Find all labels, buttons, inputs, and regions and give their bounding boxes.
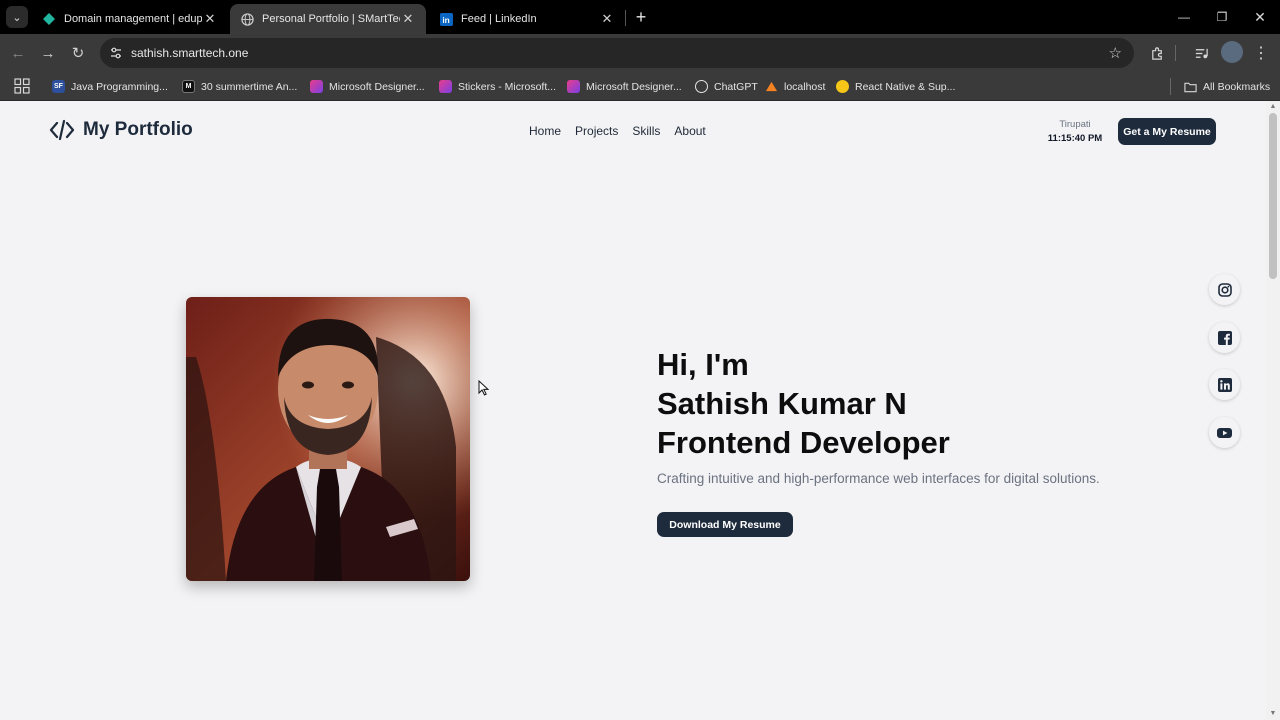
instagram-icon bbox=[1217, 282, 1232, 297]
bookmark-react-native[interactable]: React Native & Sup... bbox=[836, 78, 955, 95]
instagram-link[interactable] bbox=[1209, 274, 1240, 305]
m-icon: M bbox=[182, 80, 195, 93]
bookmark-label: Java Programming... bbox=[71, 80, 168, 93]
minimize-window-icon[interactable]: — bbox=[1171, 6, 1197, 28]
nav-skills[interactable]: Skills bbox=[632, 124, 660, 138]
tab-title: Domain management | edupoly bbox=[64, 13, 202, 25]
tab-linkedin-feed[interactable]: in Feed | LinkedIn ✕ bbox=[429, 4, 625, 34]
media-control-icon[interactable] bbox=[1190, 42, 1212, 64]
reload-icon[interactable]: ↻ bbox=[67, 42, 89, 64]
bookmarks-bar: SF Java Programming... M 30 summertime A… bbox=[0, 72, 1280, 101]
nav-about[interactable]: About bbox=[674, 124, 705, 138]
restore-window-icon[interactable]: ❐ bbox=[1209, 6, 1235, 28]
tab-title: Feed | LinkedIn bbox=[461, 13, 537, 25]
apps-grid-icon[interactable] bbox=[14, 78, 30, 94]
site-settings-icon[interactable] bbox=[108, 45, 124, 61]
close-tab-icon[interactable]: ✕ bbox=[400, 11, 416, 27]
page-scrollbar[interactable]: ▲ ▼ bbox=[1266, 101, 1280, 720]
bookmark-microsoft-designer[interactable]: Microsoft Designer... bbox=[310, 78, 425, 95]
role-line: Frontend Developer bbox=[657, 425, 950, 460]
youtube-link[interactable] bbox=[1209, 417, 1240, 448]
sf-icon: SF bbox=[52, 80, 65, 93]
designer-icon bbox=[310, 80, 323, 93]
bookmark-star-icon[interactable]: ☆ bbox=[1109, 44, 1122, 62]
designer-icon bbox=[567, 80, 580, 93]
greeting-line: Hi, I'm bbox=[657, 347, 749, 382]
clock-city: Tirupati bbox=[1059, 119, 1091, 130]
portfolio-page: My Portfolio Home Projects Skills About … bbox=[0, 101, 1266, 720]
download-resume-button[interactable]: Download My Resume bbox=[657, 512, 793, 537]
toolbar-separator bbox=[1175, 45, 1176, 61]
bookmark-label: localhost bbox=[784, 80, 826, 93]
bookmark-chatgpt[interactable]: ChatGPT bbox=[695, 78, 758, 95]
youtube-icon bbox=[1217, 427, 1232, 438]
tab-search-button[interactable]: ⌄ bbox=[6, 6, 28, 28]
linkedin-favicon-icon: in bbox=[439, 12, 453, 26]
tab-domain-management[interactable]: Domain management | edupoly ✕ bbox=[32, 4, 228, 34]
profile-photo bbox=[186, 297, 470, 581]
address-bar[interactable]: sathish.smarttech.one ☆ bbox=[100, 38, 1134, 68]
hero-tagline: Crafting intuitive and high-performance … bbox=[657, 471, 1100, 486]
location-clock: Tirupati 11:15:40 PM bbox=[1040, 119, 1110, 144]
tab-separator bbox=[625, 10, 626, 26]
tab-title: Personal Portfolio | SMartTech bbox=[262, 13, 400, 25]
designer-icon bbox=[439, 80, 452, 93]
globe-icon bbox=[240, 12, 254, 26]
bookmark-label: React Native & Sup... bbox=[855, 80, 956, 93]
browser-menu-icon[interactable]: ⋮ bbox=[1250, 42, 1272, 64]
xampp-icon bbox=[765, 80, 778, 93]
bookmark-java-programming[interactable]: SF Java Programming... bbox=[52, 78, 168, 95]
bookmark-label: Microsoft Designer... bbox=[329, 80, 425, 93]
svg-text:in: in bbox=[442, 15, 449, 25]
close-tab-icon[interactable]: ✕ bbox=[599, 11, 615, 27]
edupoly-favicon-icon bbox=[42, 12, 56, 26]
main-nav: Home Projects Skills About bbox=[529, 124, 720, 138]
bookmark-label: All Bookmarks bbox=[1203, 80, 1271, 93]
bookmark-microsoft-designer-2[interactable]: Microsoft Designer... bbox=[567, 78, 682, 95]
linkedin-icon bbox=[1217, 377, 1232, 392]
browser-toolbar: ← → ↻ sathish.smarttech.one ☆ ⋮ bbox=[0, 34, 1280, 72]
hero-heading: Hi, I'm Sathish Kumar N Frontend Develop… bbox=[657, 345, 950, 462]
facebook-link[interactable] bbox=[1209, 322, 1240, 353]
close-tab-icon[interactable]: ✕ bbox=[202, 11, 218, 27]
back-arrow-icon[interactable]: ← bbox=[7, 42, 29, 64]
bookmark-localhost[interactable]: localhost bbox=[765, 78, 825, 95]
bookmark-stickers[interactable]: Stickers - Microsoft... bbox=[439, 78, 556, 95]
mouse-cursor-icon bbox=[478, 380, 490, 396]
nav-home[interactable]: Home bbox=[529, 124, 561, 138]
bookmark-label: 30 summertime An... bbox=[201, 80, 298, 93]
scroll-thumb[interactable] bbox=[1269, 113, 1277, 279]
forward-arrow-icon[interactable]: → bbox=[37, 42, 59, 64]
bookmark-summertime[interactable]: M 30 summertime An... bbox=[182, 78, 297, 95]
clock-time: 11:15:40 PM bbox=[1047, 133, 1103, 144]
extensions-icon[interactable] bbox=[1146, 42, 1168, 64]
bookmark-label: Microsoft Designer... bbox=[586, 80, 682, 93]
profile-avatar[interactable] bbox=[1221, 41, 1243, 63]
bookmark-label: ChatGPT bbox=[714, 80, 758, 93]
url-text: sathish.smarttech.one bbox=[131, 46, 249, 60]
chatgpt-icon bbox=[695, 80, 708, 93]
new-tab-button[interactable]: + bbox=[630, 6, 652, 28]
tab-personal-portfolio[interactable]: Personal Portfolio | SMartTech ✕ bbox=[230, 4, 426, 34]
scroll-up-arrow-icon[interactable]: ▲ bbox=[1269, 103, 1277, 111]
facebook-icon bbox=[1217, 330, 1232, 345]
name-line: Sathish Kumar N bbox=[657, 386, 907, 421]
supabase-icon bbox=[836, 80, 849, 93]
bookmark-label: Stickers - Microsoft... bbox=[458, 80, 557, 93]
get-resume-button[interactable]: Get a My Resume bbox=[1118, 118, 1216, 145]
logo-text: My Portfolio bbox=[83, 119, 193, 140]
scroll-down-arrow-icon[interactable]: ▼ bbox=[1269, 710, 1277, 718]
close-window-icon[interactable]: ✕ bbox=[1247, 6, 1273, 28]
nav-projects[interactable]: Projects bbox=[575, 124, 618, 138]
site-logo[interactable]: My Portfolio bbox=[49, 119, 193, 141]
bookmarks-separator bbox=[1170, 78, 1171, 95]
code-brackets-icon bbox=[49, 119, 75, 141]
folder-icon bbox=[1184, 80, 1197, 93]
all-bookmarks-folder[interactable]: All Bookmarks bbox=[1184, 78, 1270, 95]
linkedin-link[interactable] bbox=[1209, 369, 1240, 400]
browser-tab-strip: ⌄ Domain management | edupoly ✕ Personal… bbox=[0, 0, 1280, 34]
